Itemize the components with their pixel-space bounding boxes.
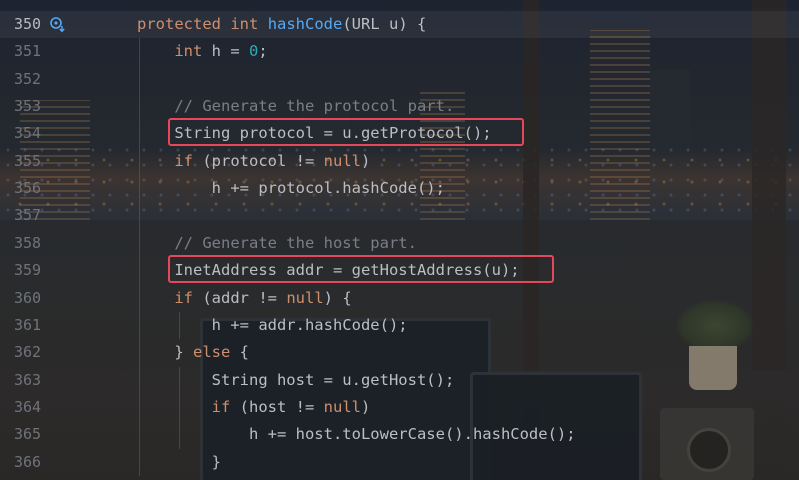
code-line[interactable]: 350 protected int hashCode(URL u) { (0, 11, 799, 38)
code-line[interactable]: 351 int h = 0; (0, 38, 799, 65)
line-number[interactable]: 353 (14, 93, 44, 120)
code-line[interactable]: 366 } (0, 449, 799, 476)
line-number[interactable]: 359 (14, 257, 44, 284)
keyword-token: null (323, 151, 361, 170)
indent-guide (139, 38, 140, 476)
code-token: } (137, 343, 193, 362)
function-name-token: hashCode (267, 15, 343, 33)
code-line[interactable]: 356 h += protocol.hashCode(); (0, 175, 799, 202)
code-text[interactable]: String host = u.getHost(); (137, 367, 455, 394)
code-text[interactable]: h += addr.hashCode(); (137, 312, 408, 339)
line-number[interactable]: 354 (14, 120, 44, 147)
code-line[interactable]: 360 if (addr != null) { (0, 285, 799, 312)
code-token: ) (360, 151, 371, 170)
keyword-token: protected (137, 15, 221, 33)
code-line[interactable]: 362 } else { (0, 339, 799, 366)
keyword-token: else (193, 343, 231, 362)
comment-token: // Generate the protocol part. (174, 97, 455, 116)
line-number[interactable]: 350 (14, 11, 44, 38)
code-line[interactable]: 355 if (protocol != null) (0, 148, 799, 175)
line-number[interactable]: 364 (14, 394, 44, 421)
comment-token: // Generate the host part. (174, 233, 417, 252)
code-text[interactable]: // Generate the protocol part. (137, 93, 454, 120)
line-number[interactable]: 356 (14, 175, 44, 202)
line-number[interactable]: 360 (14, 285, 44, 312)
line-number[interactable]: 358 (14, 230, 44, 257)
line-number[interactable]: 355 (14, 148, 44, 175)
code-line[interactable]: 353 // Generate the protocol part. (0, 93, 799, 120)
line-number[interactable]: 363 (14, 367, 44, 394)
code-text[interactable]: } else { (137, 339, 249, 366)
keyword-token: int (174, 42, 203, 61)
code-token: String host = u.getHost(); (137, 370, 455, 389)
line-number[interactable]: 362 (14, 339, 44, 366)
code-text[interactable]: h += host.toLowerCase().hashCode(); (137, 421, 576, 448)
indent-guide (178, 311, 180, 340)
code-line[interactable]: 365 h += host.toLowerCase().hashCode(); (0, 421, 799, 448)
keyword-token: int (230, 15, 259, 33)
code-token: h += addr.hashCode(); (137, 315, 408, 334)
override-method-icon[interactable] (49, 16, 66, 33)
code-text[interactable]: if (addr != null) { (137, 285, 352, 312)
code-text[interactable]: h += protocol.hashCode(); (137, 175, 445, 202)
code-text[interactable]: // Generate the host part. (137, 230, 417, 257)
code-line[interactable]: 361 h += addr.hashCode(); (0, 312, 799, 339)
indent-guide (178, 366, 180, 449)
code-editor[interactable]: 350 protected int hashCode(URL u) {351 in… (0, 0, 799, 480)
code-token: h = (202, 42, 249, 61)
code-line[interactable]: 363 String host = u.getHost(); (0, 367, 799, 394)
highlight-annotation-box (167, 255, 554, 284)
line-number[interactable]: 361 (14, 312, 44, 339)
line-number[interactable]: 365 (14, 421, 44, 448)
code-token: ; (258, 42, 268, 61)
code-text[interactable]: if (protocol != null) (137, 148, 370, 175)
code-line[interactable]: 357 (0, 202, 799, 229)
line-number[interactable]: 357 (14, 202, 44, 229)
code-text[interactable]: int h = 0; (137, 38, 268, 65)
code-token: { (230, 343, 249, 362)
code-token: ) (360, 397, 371, 416)
keyword-token: if (211, 397, 231, 416)
keyword-token: if (174, 288, 193, 307)
code-text[interactable]: } (137, 449, 221, 476)
highlight-annotation-box (167, 118, 525, 147)
code-token: ) { (323, 288, 352, 307)
number-token: 0 (249, 42, 259, 61)
code-token: } (137, 452, 221, 471)
code-text[interactable]: if (host != null) (137, 394, 371, 421)
keyword-token: null (286, 288, 324, 307)
code-token: (protocol != (193, 151, 324, 170)
keyword-token: null (323, 397, 361, 416)
line-number[interactable]: 366 (14, 449, 44, 476)
line-number[interactable]: 351 (14, 38, 44, 65)
code-token: h += host.toLowerCase().hashCode(); (137, 425, 576, 444)
code-line[interactable]: 358 // Generate the host part. (0, 230, 799, 257)
code-token: (addr != (193, 288, 287, 307)
code-token: h += protocol.hashCode(); (137, 179, 445, 198)
code-token: (URL u) { (342, 15, 427, 33)
code-token: (host != (230, 397, 324, 416)
code-line[interactable]: 364 if (host != null) (0, 394, 799, 421)
line-number[interactable]: 352 (14, 66, 44, 93)
keyword-token: if (174, 151, 193, 170)
code-line[interactable]: 352 (0, 66, 799, 93)
code-text[interactable]: protected int hashCode(URL u) { (137, 11, 426, 38)
